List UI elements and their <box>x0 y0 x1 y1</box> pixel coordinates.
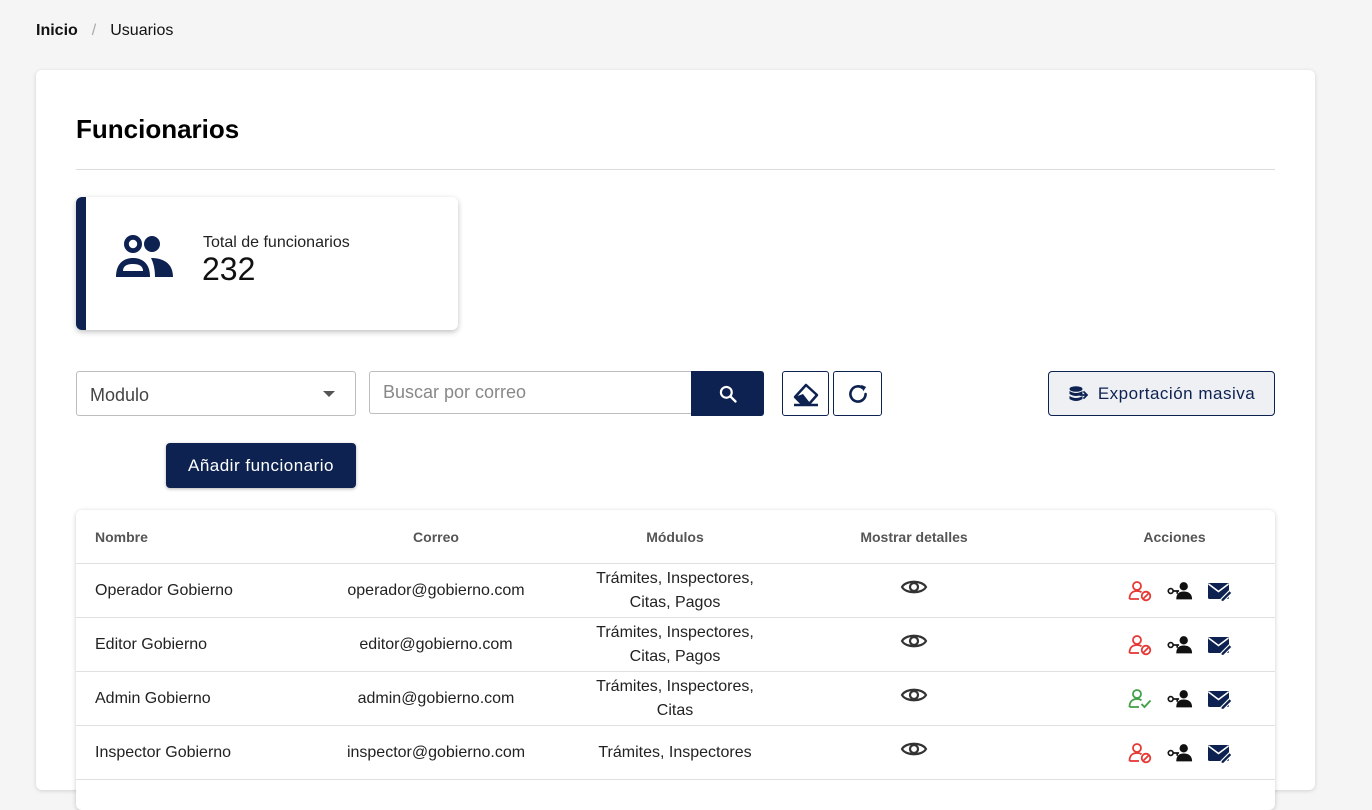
edit-email-button[interactable] <box>1207 686 1233 712</box>
user-key-icon <box>1166 743 1192 761</box>
page-title: Funcionarios <box>76 114 240 144</box>
permissions-button[interactable] <box>1166 686 1193 712</box>
cell-actions <box>1074 671 1275 726</box>
permissions-button[interactable] <box>1166 740 1193 766</box>
stat-label: Total de funcionarios <box>203 234 350 251</box>
database-export-icon <box>1069 385 1088 401</box>
search-icon <box>719 385 737 403</box>
header-name: Nombre <box>76 510 276 564</box>
eye-icon <box>900 634 928 647</box>
toggle-status-button[interactable] <box>1127 578 1153 604</box>
user-block-icon <box>1128 580 1151 601</box>
eye-icon <box>900 742 928 755</box>
eraser-icon <box>793 383 818 406</box>
table-row: Editor Gobierno editor@gobierno.com Trámit… <box>76 617 1275 672</box>
cell-actions <box>1074 725 1275 780</box>
permissions-button[interactable] <box>1166 578 1193 604</box>
cell-details <box>754 725 1074 780</box>
breadcrumb-current: Usuarios <box>110 22 174 39</box>
cell-modules: Trámites, Inspectores <box>596 725 754 780</box>
cell-modules: Trámites, Inspectores, Citas, Pagos <box>596 617 754 672</box>
show-details-button[interactable] <box>900 739 928 759</box>
chevron-down-icon <box>323 391 335 397</box>
stat-accent-bar <box>76 197 86 330</box>
cell-name: Operador Gobierno <box>76 563 276 618</box>
edit-email-button[interactable] <box>1207 740 1233 766</box>
table-row: Inspector Gobierno inspector@gobierno.com… <box>76 725 1275 780</box>
edit-email-button[interactable] <box>1207 578 1233 604</box>
search-button[interactable] <box>691 371 764 416</box>
cell-email: admin@gobierno.com <box>276 671 596 726</box>
cell-actions <box>1074 617 1275 672</box>
stat-card: Total de funcionarios 232 <box>76 197 458 330</box>
main-card: Funcionarios Total de funcionarios 232 M… <box>36 70 1315 810</box>
mail-edit-icon <box>1207 582 1233 602</box>
eye-icon <box>900 580 928 593</box>
show-details-button[interactable] <box>900 631 928 651</box>
show-details-button[interactable] <box>900 685 928 705</box>
stat-value: 232 <box>202 251 256 287</box>
toggle-status-button[interactable] <box>1127 686 1153 712</box>
user-key-icon <box>1166 689 1192 707</box>
mail-edit-icon <box>1207 690 1233 710</box>
mail-edit-icon <box>1207 744 1233 764</box>
export-button[interactable]: Exportación masiva <box>1048 371 1275 416</box>
header-modules: Módulos <box>596 510 754 564</box>
toggle-status-button[interactable] <box>1127 632 1153 658</box>
mail-edit-icon <box>1207 636 1233 656</box>
module-select[interactable]: Modulo <box>76 371 356 416</box>
module-select-value: Modulo <box>90 385 150 405</box>
cell-name: Admin Gobierno <box>76 671 276 726</box>
cell-modules: Trámites, Inspectores, Citas, Pagos <box>596 563 754 618</box>
table-row: Operador Gobierno operador@gobierno.com Tr… <box>76 563 1275 618</box>
table-header-row: Nombre Correo Módulos Mostrar detalles A… <box>76 510 1275 564</box>
user-block-icon <box>1128 634 1151 655</box>
search-input[interactable] <box>369 371 691 414</box>
cell-email: inspector@gobierno.com <box>276 725 596 780</box>
permissions-button[interactable] <box>1166 632 1193 658</box>
cell-actions <box>1074 563 1275 618</box>
refresh-icon <box>848 384 867 403</box>
show-details-button[interactable] <box>900 577 928 597</box>
title-divider <box>76 169 1275 170</box>
cell-name: Editor Gobierno <box>76 617 276 672</box>
breadcrumb-separator: / <box>91 22 97 39</box>
cell-details <box>754 617 1074 672</box>
header-actions: Acciones <box>1074 510 1275 564</box>
edit-email-button[interactable] <box>1207 632 1233 658</box>
table-row: Admin Gobierno admin@gobierno.com Trámites… <box>76 671 1275 726</box>
header-details: Mostrar detalles <box>754 510 1074 564</box>
eye-icon <box>900 688 928 701</box>
add-employee-button[interactable]: Añadir funcionario <box>166 443 356 488</box>
cell-name: Inspector Gobierno <box>76 725 276 780</box>
toggle-status-button[interactable] <box>1127 740 1153 766</box>
cell-details <box>754 563 1074 618</box>
header-email: Correo <box>276 510 596 564</box>
users-icon <box>116 235 173 277</box>
export-button-label: Exportación masiva <box>1097 383 1256 403</box>
cell-modules: Trámites, Inspectores, Citas <box>596 671 754 726</box>
cell-email: editor@gobierno.com <box>276 617 596 672</box>
breadcrumb-home[interactable]: Inicio <box>36 22 78 40</box>
cell-details <box>754 671 1074 726</box>
user-key-icon <box>1166 635 1192 653</box>
employees-table: Nombre Correo Módulos Mostrar detalles A… <box>76 510 1275 810</box>
user-block-icon <box>1128 742 1151 763</box>
clear-filters-button[interactable] <box>782 371 829 416</box>
cell-email: operador@gobierno.com <box>276 563 596 618</box>
user-check-icon <box>1128 688 1151 708</box>
breadcrumb: Inicio / Usuarios <box>36 22 173 40</box>
user-key-icon <box>1166 581 1192 599</box>
refresh-button[interactable] <box>833 371 882 416</box>
